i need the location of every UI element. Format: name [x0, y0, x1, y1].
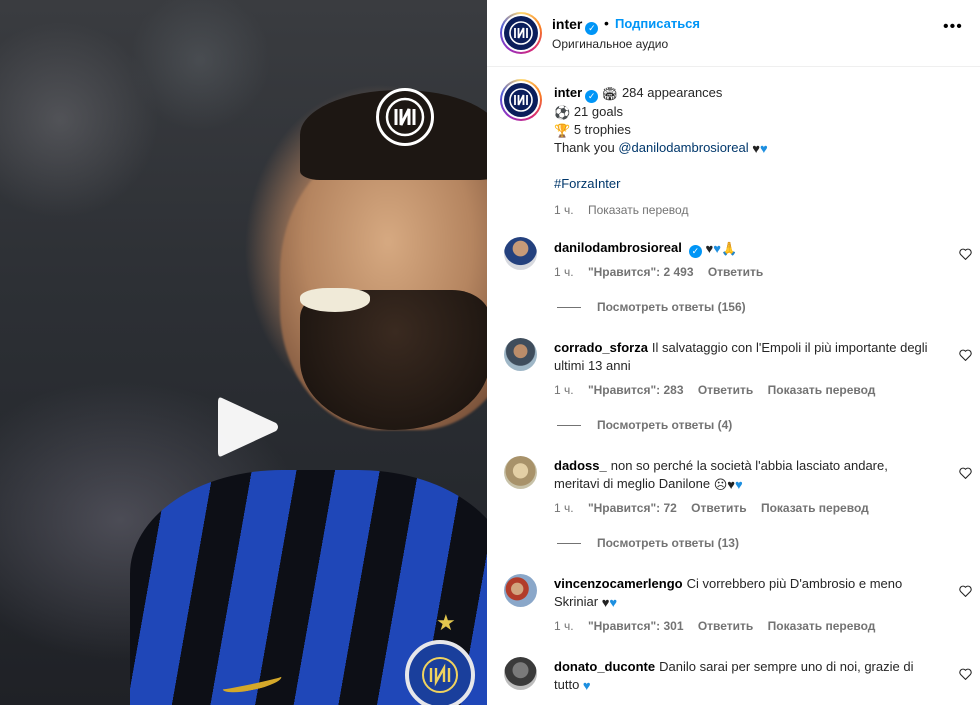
translate-button[interactable]: Показать перевод	[768, 383, 876, 397]
soccer-ball-icon: ⚽	[554, 104, 571, 120]
jersey-star-icon: ★	[436, 610, 456, 635]
comment-meta: 1 ч. "Нравится": 301 Ответить Показать п…	[554, 619, 886, 633]
caption-trophies: 5 trophies	[573, 121, 631, 137]
reply-button[interactable]: Ответить	[691, 501, 746, 515]
commenter-avatar[interactable]	[504, 338, 537, 371]
comment-text: danilodambrosioreal ✓ ♥♥🙏	[554, 239, 929, 258]
hashtag-link[interactable]: #ForzaInter	[554, 176, 620, 191]
comment-username[interactable]: vincenzocamerlengo	[554, 576, 683, 591]
blue-heart-icon: ♥	[759, 140, 768, 156]
sad-face-icon: ☹	[713, 477, 728, 492]
black-heart-icon: ♥	[752, 140, 760, 156]
comment-meta: 1 ч. "Нравится": 2 493 Ответить	[554, 265, 774, 279]
stadium-icon: 🏟	[601, 86, 619, 101]
more-icon[interactable]: •••	[943, 18, 963, 36]
comment-time[interactable]: 1 ч.	[554, 501, 574, 515]
inter-logo-icon	[504, 83, 538, 117]
black-heart-icon: ♥	[727, 477, 735, 492]
comment-likes[interactable]: "Нравится": 283	[588, 383, 684, 397]
blue-heart-icon: ♥	[734, 477, 743, 492]
black-heart-icon: ♥	[601, 595, 610, 610]
like-heart-icon[interactable]	[959, 667, 973, 681]
post-side-panel: inter ✓ • Подписаться Оригинальное аудио …	[487, 0, 980, 705]
original-audio-link[interactable]: Оригинальное аудио	[552, 37, 668, 51]
translate-button[interactable]: Показать перевод	[768, 619, 876, 633]
caption-mention-link[interactable]: @danilodambrosioreal	[618, 140, 748, 155]
comment-meta: 1 ч. "Нравится": 72 Ответить Показать пе…	[554, 501, 880, 515]
video-player[interactable]: ★	[0, 0, 487, 705]
author-username-text[interactable]: inter	[552, 16, 582, 32]
comment-username[interactable]: danilodambrosioreal	[554, 240, 682, 255]
play-icon[interactable]	[216, 394, 280, 460]
like-heart-icon[interactable]	[959, 466, 973, 480]
trophy-icon: 🏆	[554, 122, 571, 138]
follow-button[interactable]: Подписаться	[615, 16, 700, 31]
post-header: inter ✓ • Подписаться Оригинальное аудио …	[487, 0, 980, 67]
author-avatar[interactable]	[500, 12, 542, 54]
comment-likes[interactable]: "Нравится": 72	[588, 501, 677, 515]
caption-avatar[interactable]	[500, 79, 542, 121]
commenter-avatar[interactable]	[504, 237, 537, 270]
inter-logo-watermark-icon	[376, 88, 434, 146]
like-heart-icon[interactable]	[959, 247, 973, 261]
comment-username[interactable]: donato_duconte	[554, 659, 655, 674]
header-separator: •	[604, 15, 609, 31]
view-replies-button[interactable]: Посмотреть ответы (13)	[557, 536, 739, 550]
caption-username[interactable]: inter	[554, 85, 582, 100]
comment-time[interactable]: 1 ч.	[554, 383, 574, 397]
caption-translate-link[interactable]: Показать перевод	[588, 203, 689, 217]
author-username[interactable]: inter ✓	[552, 16, 599, 35]
verified-badge-icon: ✓	[585, 22, 599, 35]
translate-button[interactable]: Показать перевод	[761, 501, 869, 515]
verified-badge-icon: ✓	[585, 89, 599, 103]
commenter-avatar[interactable]	[504, 657, 537, 690]
like-heart-icon[interactable]	[959, 584, 973, 598]
comment-likes[interactable]: "Нравится": 301	[588, 619, 684, 633]
blue-heart-icon: ♥	[582, 678, 591, 693]
reply-button[interactable]: Ответить	[698, 383, 753, 397]
comment-text: vincenzocamerlengo Ci vorrebbero più D'am…	[554, 575, 929, 611]
caption-meta: 1 ч. Показать перевод	[554, 201, 954, 219]
comment-likes[interactable]: "Нравится": 2 493	[588, 265, 694, 279]
comment-text: dadoss_ non so perché la società l'abbia …	[554, 457, 929, 493]
folded-hands-icon: 🙏	[720, 241, 738, 256]
caption-thanks: Thank you	[554, 139, 615, 155]
caption-goals: 21 goals	[573, 103, 623, 119]
blue-heart-icon: ♥	[713, 241, 721, 256]
video-frame-teeth	[300, 288, 370, 312]
post-caption: inter ✓ 🏟 284 appearances ⚽ 21 goals 🏆 5 …	[554, 84, 954, 219]
verified-badge-icon: ✓	[688, 244, 702, 258]
caption-appearances: 284 appearances	[621, 85, 723, 100]
comment-time[interactable]: 1 ч.	[554, 265, 574, 279]
inter-logo-icon	[504, 16, 538, 50]
view-replies-button[interactable]: Посмотреть ответы (4)	[557, 418, 732, 432]
comment-username[interactable]: dadoss_	[554, 458, 607, 473]
comment-username[interactable]: corrado_sforza	[554, 340, 648, 355]
commenter-avatar[interactable]	[504, 574, 537, 607]
comment-meta: 1 ч. "Нравится": 283 Ответить Показать п…	[554, 383, 886, 397]
comment-text: corrado_sforza Il salvataggio con l'Empol…	[554, 339, 929, 375]
comment-time[interactable]: 1 ч.	[554, 619, 574, 633]
like-heart-icon[interactable]	[959, 348, 973, 362]
jersey-crest-icon	[405, 640, 475, 705]
reply-button[interactable]: Ответить	[708, 265, 763, 279]
blue-heart-icon: ♥	[609, 595, 618, 610]
black-heart-icon: ♥	[705, 241, 714, 256]
caption-time[interactable]: 1 ч.	[554, 203, 574, 217]
commenter-avatar[interactable]	[504, 456, 537, 489]
reply-button[interactable]: Ответить	[698, 619, 753, 633]
comment-text: donato_duconte Danilo sarai per sempre un…	[554, 658, 929, 694]
view-replies-button[interactable]: Посмотреть ответы (156)	[557, 300, 746, 314]
